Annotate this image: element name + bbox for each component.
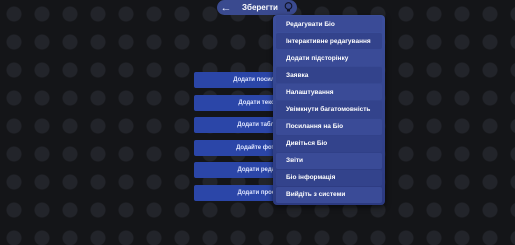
menu-item-application[interactable]: Заявка <box>276 67 382 84</box>
menu-item-edit-bio[interactable]: Редагувати Біо <box>276 16 382 33</box>
menu-item-interactive-edit[interactable]: Інтерактивне редагування <box>276 33 382 50</box>
menu-item-add-subpage[interactable]: Додати підсторінку <box>276 50 382 67</box>
add-photo-button[interactable]: Додайте фото <box>194 139 278 156</box>
menu-item-reports[interactable]: Звіти <box>276 152 382 169</box>
add-table-button[interactable]: Додати табли <box>194 117 278 133</box>
lightbulb-icon[interactable] <box>282 2 294 14</box>
arrow-left-icon[interactable]: ← <box>220 2 232 14</box>
menu-item-logout[interactable]: Вийдіть з системи <box>276 186 382 204</box>
add-link-button[interactable]: Додати посила <box>194 72 278 88</box>
menu-item-view-bio[interactable]: Дивіться Біо <box>276 135 382 152</box>
add-text-button-label: Додати тексо <box>238 99 278 106</box>
save-button[interactable]: Зберегти <box>236 3 278 12</box>
dropdown-menu: Редагувати Біо Інтерактивне редагування … <box>273 15 385 205</box>
top-action-bar: ← Зберегти <box>217 0 297 15</box>
add-space-button-label: Додати прост <box>237 189 278 196</box>
menu-item-bio-info[interactable]: Біо інформація <box>276 169 382 186</box>
add-space-button[interactable]: Додати прост <box>194 184 278 201</box>
add-table-button-label: Додати табли <box>237 122 278 128</box>
menu-item-settings[interactable]: Налаштування <box>276 84 382 101</box>
add-text-button[interactable]: Додати тексо <box>194 94 278 111</box>
add-editor-button-label: Додати редак <box>237 167 278 173</box>
menu-item-enable-multilanguage[interactable]: Увімкнути багатомовність <box>276 101 382 118</box>
add-editor-button[interactable]: Додати редак <box>194 162 278 178</box>
add-buttons-list: Додати посила Додати тексо Додати табли … <box>194 72 278 207</box>
add-link-button-label: Додати посила <box>233 77 278 83</box>
add-photo-button-label: Додайте фото <box>236 144 278 151</box>
menu-item-bio-link[interactable]: Посилання на Біо <box>276 118 382 135</box>
